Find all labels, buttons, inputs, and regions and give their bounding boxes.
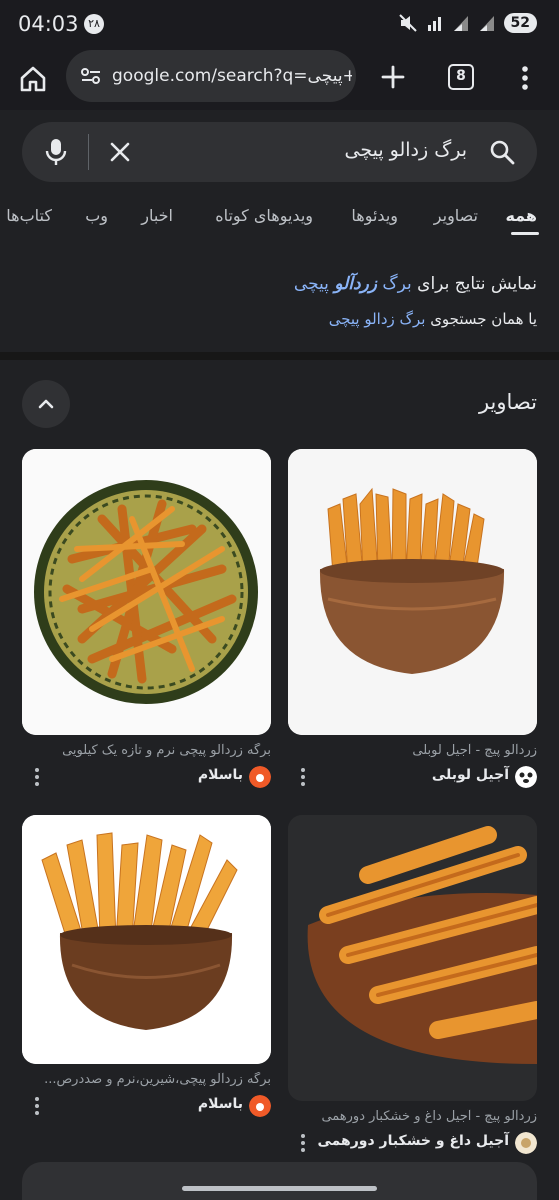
next-result-card bbox=[22, 1162, 537, 1200]
showing-results-for: نمایش نتایج برای برگ زردآلو پیچی bbox=[294, 274, 537, 294]
apricot-bowl-closeup-image bbox=[288, 815, 537, 1064]
browser-toolbar: google.com/search?q=لو+پیچی 8 bbox=[0, 50, 559, 110]
image-source[interactable]: باسلام bbox=[22, 764, 271, 790]
microphone-icon[interactable] bbox=[44, 137, 68, 167]
apricot-bowl-image bbox=[288, 449, 537, 735]
search-box[interactable]: برگ زدالو پیچی bbox=[22, 122, 537, 182]
clear-icon[interactable] bbox=[108, 140, 132, 164]
source-favicon bbox=[515, 766, 537, 788]
gesture-bar[interactable] bbox=[182, 1186, 377, 1191]
image-thumbnail[interactable] bbox=[22, 815, 271, 1064]
source-name: باسلام bbox=[197, 1096, 243, 1112]
search-query[interactable]: برگ زدالو پیچی bbox=[345, 139, 468, 161]
active-tab-indicator bbox=[511, 232, 539, 235]
image-caption: زردآلو پیچ - آجیل لوبلی bbox=[412, 743, 537, 758]
signal-icon bbox=[479, 16, 494, 31]
new-tab-icon[interactable] bbox=[378, 62, 408, 92]
tab-videos[interactable]: ویدئوها bbox=[351, 206, 398, 225]
image-caption: زردآلو پیچ - آجیل داغ و خشکبار دورهمی bbox=[321, 1109, 537, 1124]
url-text: google.com/search?q=لو+پیچی bbox=[112, 66, 352, 86]
status-time: 04:03 bbox=[18, 12, 79, 36]
home-icon[interactable] bbox=[18, 64, 48, 94]
search-tabs: همه تصاویر ویدئوها ویدیوهای کوتاه اخبار … bbox=[0, 196, 559, 240]
source-favicon bbox=[249, 766, 271, 788]
tab-news[interactable]: اخبار bbox=[141, 206, 173, 225]
source-favicon bbox=[515, 1132, 537, 1154]
search-icon[interactable] bbox=[489, 139, 515, 165]
showing-prefix: نمایش نتایج برای bbox=[417, 274, 537, 294]
image-source[interactable]: باسلام bbox=[22, 1093, 271, 1119]
more-vert-icon[interactable] bbox=[32, 1095, 42, 1117]
battery-indicator: 52 bbox=[503, 13, 537, 33]
tab-short-videos[interactable]: ویدیوهای کوتاه bbox=[215, 206, 313, 225]
corrected-query-link[interactable]: برگ زردآلو پیچی bbox=[294, 274, 412, 294]
tab-switcher-button[interactable]: 8 bbox=[448, 64, 474, 90]
original-query-link[interactable]: برگ زدالو پیچی bbox=[329, 310, 426, 328]
source-name: باسلام bbox=[197, 767, 243, 783]
source-name: آجیل لوبلی bbox=[431, 767, 509, 783]
image-result[interactable]: زردآلو پیچ - آجیل داغ و خشکبار دورهمی آج… bbox=[288, 815, 537, 1156]
tab-web[interactable]: وب bbox=[85, 206, 108, 225]
image-result[interactable]: زردآلو پیچ - آجیل لوبلی آجیل لوبلی bbox=[288, 449, 537, 790]
wifi-icon bbox=[427, 17, 441, 31]
source-favicon bbox=[249, 1095, 271, 1117]
image-thumbnail[interactable] bbox=[288, 815, 537, 1101]
images-section-title: تصاویر bbox=[478, 390, 537, 414]
section-divider bbox=[0, 352, 559, 360]
more-vert-icon[interactable] bbox=[298, 766, 308, 788]
url-bar[interactable]: google.com/search?q=لو+پیچی bbox=[66, 50, 356, 102]
apricot-bowl-image bbox=[22, 815, 271, 1064]
status-bar: 04:03 ۲۸ 52 bbox=[0, 0, 559, 50]
mute-icon bbox=[398, 14, 417, 32]
search-divider bbox=[88, 134, 89, 170]
signal-icon bbox=[453, 16, 468, 31]
more-vert-icon[interactable] bbox=[298, 1132, 308, 1154]
corrected-word: برگ bbox=[382, 274, 412, 294]
chevron-up-icon bbox=[38, 399, 54, 409]
search-instead-for: یا همان جستجوی برگ زدالو پیچی bbox=[329, 310, 537, 328]
source-name: آجیل داغ و خشکبار دورهمی bbox=[317, 1133, 509, 1149]
image-source[interactable]: آجیل لوبلی bbox=[288, 764, 537, 790]
tab-all[interactable]: همه bbox=[505, 206, 537, 225]
more-vert-icon[interactable] bbox=[32, 766, 42, 788]
image-caption: برگه زردآلو پیچی،شیرین،نرم و صددرص... bbox=[44, 1072, 271, 1087]
site-settings-icon[interactable] bbox=[80, 66, 102, 86]
image-result[interactable]: برگه زردآلو پیچی،شیرین،نرم و صددرص... با… bbox=[22, 815, 271, 1119]
image-thumbnail[interactable] bbox=[22, 449, 271, 735]
date-badge: ۲۸ bbox=[84, 14, 104, 34]
status-icons: 52 bbox=[398, 13, 537, 33]
corrected-word: پیچی bbox=[293, 274, 329, 294]
instead-prefix: یا همان جستجوی bbox=[430, 310, 537, 328]
image-source[interactable]: آجیل داغ و خشکبار دورهمی bbox=[288, 1130, 537, 1156]
image-result[interactable]: برگه زردآلو پیچی نرم و تازه یک کیلویی با… bbox=[22, 449, 271, 790]
tab-images[interactable]: تصاویر bbox=[434, 206, 478, 225]
collapse-button[interactable] bbox=[22, 380, 70, 428]
tab-books[interactable]: کتاب‌ها bbox=[6, 206, 52, 225]
more-options-icon[interactable] bbox=[515, 64, 535, 92]
image-thumbnail[interactable] bbox=[288, 449, 537, 735]
image-caption: برگه زردآلو پیچی نرم و تازه یک کیلویی bbox=[62, 743, 271, 758]
corrected-bold-word: زردآلو bbox=[334, 274, 378, 294]
apricot-plate-image bbox=[22, 449, 271, 735]
